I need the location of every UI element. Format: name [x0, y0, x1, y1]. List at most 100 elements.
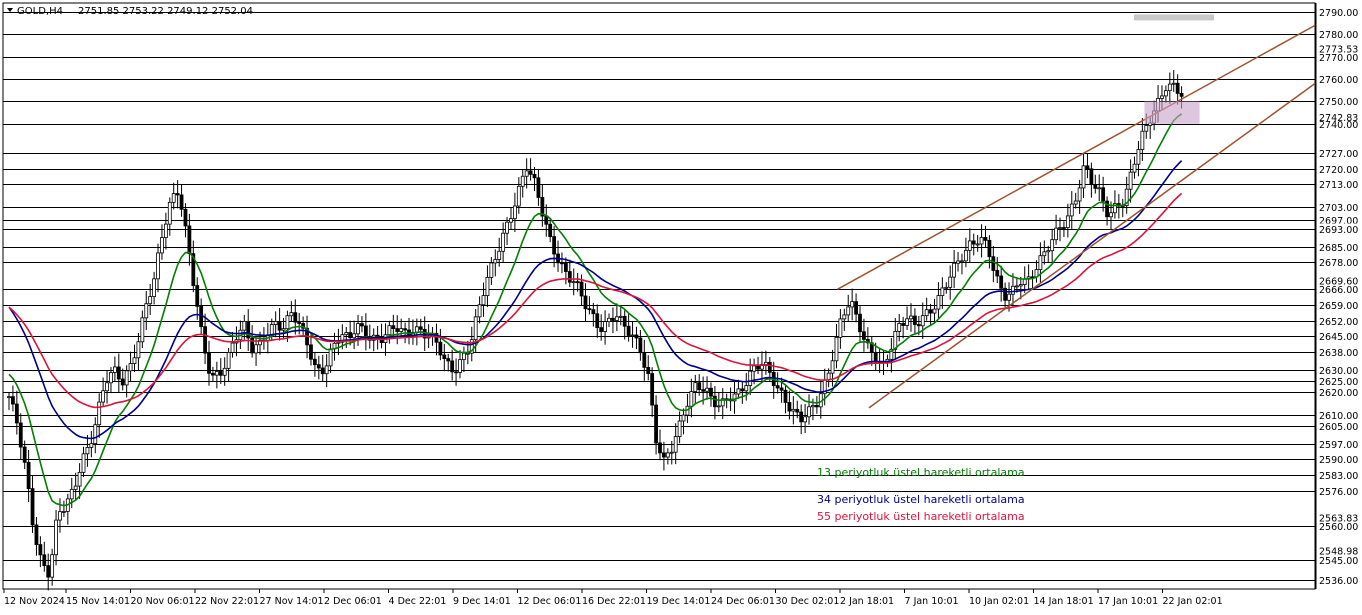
candle-body-46 [187, 225, 192, 255]
candle-body-194 [767, 361, 772, 373]
candle-body-281 [1109, 212, 1113, 218]
candle-body-206 [814, 404, 819, 408]
time-label-7: 9 Dec 14:01 [453, 596, 511, 607]
candle-body-257 [1014, 285, 1019, 288]
price-tag-4: 2750.00 [1319, 97, 1358, 108]
candle-body-97 [387, 325, 392, 336]
candle-body-114 [454, 371, 458, 374]
candle-body-60 [242, 321, 247, 331]
candle-body-54 [218, 371, 223, 376]
candle-body-275 [1085, 165, 1090, 170]
candle-body-26 [109, 372, 113, 384]
candle-body-286 [1128, 171, 1133, 190]
price-tag-12: 2685.00 [1319, 243, 1358, 254]
candle-body-125 [497, 250, 502, 260]
price-tag-9: 2703.00 [1319, 203, 1358, 214]
candle-body-129 [512, 205, 517, 220]
time-label-9: 16 Dec 22:01 [582, 596, 646, 607]
candle-body-80 [320, 367, 325, 375]
candle-body-22 [93, 424, 98, 445]
candle-body-9 [42, 554, 47, 567]
candle-body-18 [77, 471, 82, 487]
candle-body-177 [701, 389, 706, 392]
candle-body-272 [1073, 200, 1078, 205]
candle-body-253 [999, 275, 1004, 289]
candle-body-135 [536, 177, 541, 198]
ohlc-values: 2751.85 2753.22 2749.12 2752.04 [78, 6, 253, 17]
axis-extra-label-2: 2669.60 [1319, 277, 1358, 288]
candle-body-265 [1046, 250, 1051, 253]
candle-body-14 [62, 511, 66, 513]
candle-body-12 [54, 519, 58, 556]
candle-body-151 [599, 327, 604, 332]
candle-body-150 [595, 313, 600, 329]
candle-body-167 [662, 452, 666, 458]
candle-body-69 [277, 321, 282, 331]
candle-body-162 [642, 352, 647, 368]
candle-body-141 [560, 262, 564, 265]
candle-body-110 [438, 341, 443, 356]
candle-body-4 [22, 446, 27, 463]
candle-body-266 [1050, 239, 1055, 252]
candle-body-231 [913, 315, 917, 325]
candle-body-86 [344, 332, 349, 336]
price-tag-19: 2630.00 [1319, 366, 1358, 377]
candle-body-73 [293, 312, 298, 323]
candle-body-34 [140, 317, 145, 343]
candle-body-217 [858, 313, 862, 333]
time-label-14: 7 Jan 10:01 [905, 596, 959, 607]
price-tag-18: 2638.00 [1319, 348, 1358, 359]
candle-body-227 [897, 323, 902, 332]
candle-body-3 [18, 422, 23, 448]
candle-body-274 [1081, 165, 1086, 189]
candle-body-160 [634, 334, 639, 339]
candle-body-74 [297, 321, 302, 324]
candle-body-250 [987, 239, 992, 258]
axis-extra-label-1: 2742.83 [1319, 113, 1358, 124]
candle-body-191 [756, 365, 760, 370]
candle-body-67 [269, 324, 274, 336]
candle-body-70 [281, 328, 286, 331]
price-tag-7: 2720.00 [1319, 165, 1358, 176]
candle-body-147 [583, 295, 588, 310]
candle-body-279 [1101, 187, 1106, 202]
candle-body-218 [862, 331, 866, 340]
price-tag-17: 2645.00 [1319, 332, 1358, 343]
axis-extra-label-0: 2773.53 [1319, 44, 1358, 55]
candle-body-252 [995, 270, 1000, 277]
price-tag-13: 2678.00 [1319, 258, 1358, 269]
candle-body-137 [544, 215, 549, 225]
candle-body-105 [418, 326, 423, 330]
candle-body-294 [1160, 95, 1164, 99]
candle-body-79 [316, 364, 321, 369]
candle-body-52 [211, 372, 215, 376]
candle-body-7 [34, 524, 39, 545]
candle-body-276 [1089, 168, 1094, 185]
candle-body-116 [462, 352, 466, 361]
candle-body-19 [81, 453, 86, 473]
candle-body-210 [830, 360, 835, 374]
candle-body-119 [473, 316, 478, 341]
candle-body-84 [336, 341, 341, 344]
candle-body-204 [807, 406, 811, 418]
candle-body-6 [30, 488, 35, 526]
candle-body-44 [179, 194, 184, 210]
candle-body-37 [152, 278, 157, 297]
candle-body-213 [842, 314, 847, 320]
price-tag-21: 2620.00 [1319, 388, 1358, 399]
candle-body-126 [501, 232, 506, 252]
candle-body-241 [952, 262, 957, 278]
price-tag-29: 2545.00 [1319, 556, 1358, 567]
candle-body-249 [983, 237, 988, 241]
candle-body-196 [775, 385, 780, 389]
candle-body-41 [167, 201, 172, 225]
candle-body-229 [905, 318, 909, 326]
chart-area: 2790.00 2780.00 2770.00 2760.00 2750.00 2740.… [0, 0, 1362, 611]
candle-body-159 [630, 334, 635, 337]
candle-body-51 [207, 352, 211, 374]
candle-body-133 [528, 170, 533, 175]
candle-body-161 [638, 337, 643, 354]
candle-body-138 [548, 223, 553, 237]
candle-body-271 [1069, 203, 1074, 217]
candle-body-186 [736, 388, 741, 395]
